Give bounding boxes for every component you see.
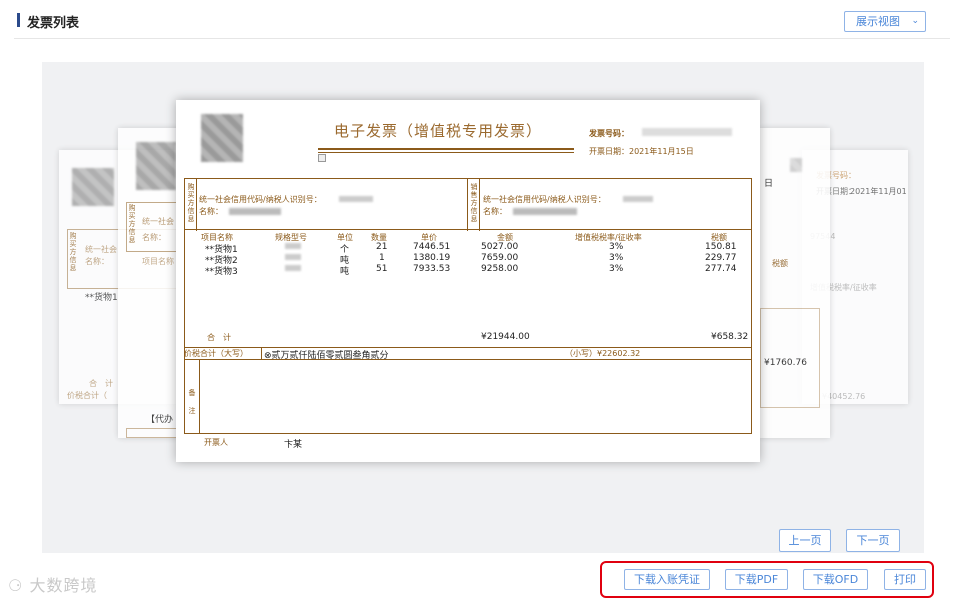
back-name-frag: 名称： bbox=[85, 257, 109, 266]
invoice-preview-right[interactable]: 日 税额 ¥1760.76 bbox=[760, 128, 830, 438]
seller-name-label: 名称： bbox=[483, 207, 507, 216]
total-label: 合 计 bbox=[207, 333, 231, 342]
invoice-no-label: 发票号码： bbox=[589, 129, 629, 138]
buyer-side-label: 购买方信息 bbox=[187, 183, 195, 223]
back-cap-frag: 价税合计（ bbox=[67, 391, 107, 400]
back-total-frag: 合 计 bbox=[89, 379, 113, 388]
back-credit-frag: 统一社会 bbox=[85, 245, 117, 254]
col-spec: 规格型号 bbox=[275, 233, 307, 242]
total-capital-row: 价税合计（大写） ⊗贰万贰仟陆佰零贰圆叁角贰分 （小写）¥22602.32 bbox=[184, 348, 752, 361]
total-amount: ¥21944.00 bbox=[481, 332, 530, 342]
remark-label: 备注 bbox=[188, 389, 196, 415]
back-item: **货物1 bbox=[85, 293, 118, 303]
broken-image-icon bbox=[318, 154, 326, 162]
seller-side-label: 销售方信息 bbox=[470, 183, 478, 223]
highlight-box bbox=[600, 561, 934, 598]
view-mode-dropdown[interactable]: 展示视图 ⌄ bbox=[844, 11, 926, 32]
items-table: 项目名称 规格型号 单位 数量 单价 金额 增值税税率/征收率 税额 **货物1… bbox=[184, 230, 752, 348]
buyer-name-label: 名称： bbox=[199, 207, 223, 216]
buyer-credit-label: 统一社会信用代码/纳税人识别号： bbox=[199, 195, 322, 204]
page: 发票列表 展示视图 ⌄ 购买方信息 统一社会 名称： **货物1 合 计 价税合… bbox=[0, 0, 967, 603]
view-mode-label: 展示视图 bbox=[856, 15, 900, 28]
watermark: ⚆ 大数跨境 bbox=[8, 576, 98, 595]
page-title: 发票列表 bbox=[27, 16, 80, 31]
issuer-label: 开票人 bbox=[204, 438, 228, 447]
prev-page-button[interactable]: 上一页 bbox=[779, 529, 831, 552]
remark-box: 备注 bbox=[184, 360, 752, 434]
item-name: **货物3 bbox=[205, 267, 238, 277]
title-accent-bar bbox=[17, 13, 20, 27]
invoice-carousel: 购买方信息 统一社会 名称： **货物1 合 计 价税合计（ 购买方信息 统一社… bbox=[42, 62, 924, 553]
cap-label: 价税合计（大写） bbox=[184, 349, 248, 358]
seller-credit-label: 统一社会信用代码/纳税人识别号： bbox=[483, 195, 606, 204]
chevron-down-icon: ⌄ bbox=[911, 16, 919, 26]
small-total: （小写）¥22602.32 bbox=[565, 349, 641, 358]
next-page-button[interactable]: 下一页 bbox=[846, 529, 900, 552]
invoice-date: 开票日期：2021年11月15日 bbox=[589, 147, 694, 156]
header-divider bbox=[14, 38, 950, 39]
logo-icon: ⚆ bbox=[8, 576, 24, 595]
total-tax: ¥658.32 bbox=[711, 332, 749, 342]
back-date: 2021年11月01 bbox=[850, 187, 907, 196]
issuer-name: 卞某 bbox=[284, 440, 303, 450]
invoice-preview-main[interactable]: 电子发票（增值税专用发票） 发票号码： 开票日期：2021年11月15日 购买方… bbox=[176, 100, 760, 462]
back-agent-frag: 【代办 bbox=[146, 415, 174, 425]
qr-code bbox=[201, 114, 243, 162]
party-info-box: 购买方信息 销售方信息 统一社会信用代码/纳税人识别号： 名称： 统一社会信用代… bbox=[184, 178, 752, 231]
invoice-title: 电子发票（增值税专用发票） bbox=[334, 122, 543, 140]
